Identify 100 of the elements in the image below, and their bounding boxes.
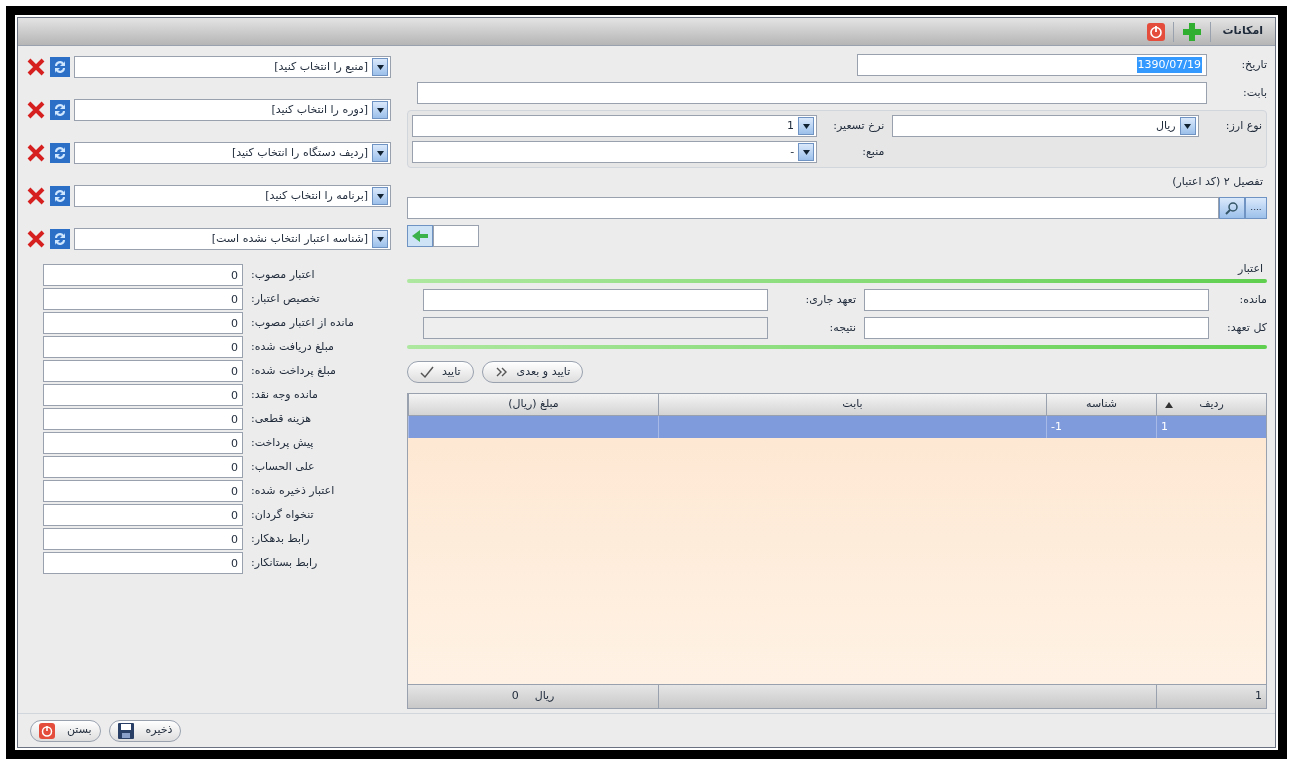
field-label: مانده از اعتبار مصوب: [251, 314, 355, 331]
column-header[interactable]: شناسه [1046, 394, 1156, 415]
table-cell[interactable] [658, 416, 1046, 438]
caret-icon [376, 150, 384, 156]
section-title: اعتبار [1236, 260, 1264, 277]
input-field[interactable] [417, 82, 1207, 104]
caret-icon [802, 149, 810, 155]
field-label: مبلغ دریافت شده: [251, 338, 335, 355]
close-icon[interactable] [26, 100, 46, 120]
field-label: تفصیل ۲ (کد اعتبار) [1171, 174, 1264, 190]
combo-box[interactable]: [منبع را انتخاب کنید] [74, 56, 391, 78]
refresh-icon[interactable] [50, 100, 70, 120]
input-field[interactable]: 0 [43, 504, 243, 526]
field-label: هزینه قطعی: [251, 410, 313, 427]
input-field[interactable] [864, 317, 1209, 339]
input-field[interactable]: 0 [43, 480, 243, 502]
close-icon[interactable] [26, 229, 46, 249]
arrow-left-icon [411, 228, 429, 243]
search-button[interactable] [1219, 196, 1245, 219]
action-button[interactable]: تایید و بعدی [481, 361, 584, 383]
field-label: اعتبار مصوب: [251, 266, 316, 283]
combo-box[interactable]: - [412, 141, 818, 163]
search-icon [1225, 200, 1239, 215]
selected-text: 1390/07/19 [1136, 56, 1202, 74]
input-field[interactable]: 0 [43, 456, 243, 478]
power-icon [39, 722, 55, 739]
column-header[interactable]: ردیف [1156, 394, 1266, 415]
input-field[interactable] [407, 196, 1219, 219]
plus-icon[interactable] [1181, 21, 1202, 42]
next-icon [494, 365, 509, 379]
field-label: نوع ارز: [1224, 117, 1262, 134]
combo-box[interactable]: [برنامه را انتخاب کنید] [74, 185, 391, 207]
field-label: رابط بستانکار: [251, 554, 319, 571]
input-field[interactable]: 0 [43, 288, 243, 310]
footer-cell: 1 [1156, 685, 1266, 708]
floppy-icon [117, 722, 134, 739]
caret-icon [376, 107, 384, 113]
input-field[interactable]: 0 [43, 384, 243, 406]
combo-box[interactable]: ریال [892, 115, 1199, 137]
field-label: تاریخ: [1240, 56, 1267, 73]
close-icon[interactable] [26, 143, 46, 163]
refresh-icon[interactable] [50, 229, 70, 249]
input-field[interactable] [864, 289, 1209, 311]
combo-box[interactable]: [دوره را انتخاب کنید] [74, 99, 391, 121]
arrow-button[interactable] [407, 224, 433, 247]
caret-icon [376, 64, 384, 70]
field-label: پیش پرداخت: [251, 434, 315, 451]
dropdown-button[interactable] [372, 230, 388, 248]
field-label: مبلغ پرداخت شده: [251, 362, 337, 379]
dropdown-button[interactable] [372, 58, 388, 76]
input-field[interactable] [423, 289, 768, 311]
dropdown-button[interactable] [798, 117, 815, 135]
combo-box[interactable]: [شناسه اعتبار انتخاب نشده است] [74, 228, 391, 250]
input-field[interactable]: 0 [43, 528, 243, 550]
column-header[interactable]: مبلغ (ریال) [408, 394, 658, 415]
currency-label: ریال [534, 688, 555, 705]
field-label: علی الحساب: [251, 458, 316, 475]
field-label: اعتبار ذخیره شده: [251, 482, 336, 499]
dropdown-button[interactable] [1179, 117, 1196, 135]
input-field[interactable]: 0 [43, 264, 243, 286]
input-field[interactable]: 0 [43, 336, 243, 358]
power-icon[interactable] [1146, 22, 1165, 41]
sort-icon [1165, 401, 1173, 408]
input-field[interactable]: 0 [43, 408, 243, 430]
input-field[interactable]: 0 [43, 552, 243, 574]
input-field[interactable]: 0 [43, 360, 243, 382]
caret-icon [1184, 123, 1192, 129]
caret-icon [376, 236, 384, 242]
combo-box[interactable]: 1 [412, 115, 818, 137]
field-label: مانده: [1238, 291, 1267, 308]
refresh-icon[interactable] [50, 57, 70, 77]
close-icon[interactable] [26, 186, 46, 206]
field-label: نرخ تسعیر: [832, 117, 885, 134]
input-field[interactable]: 0 [43, 432, 243, 454]
field-label: بابت: [1242, 84, 1267, 101]
field-label: نتیجه: [828, 319, 856, 336]
field-label: تعهد جاری: [804, 291, 856, 308]
refresh-icon[interactable] [50, 186, 70, 206]
field-label: مانده وجه نقد: [251, 386, 319, 403]
footer-total: 0 [511, 688, 519, 705]
dropdown-button[interactable] [372, 101, 388, 119]
field-label: رابط بدهکار: [251, 530, 311, 547]
dropdown-button[interactable] [372, 187, 388, 205]
close-icon[interactable] [26, 57, 46, 77]
field-label: منبع: [861, 143, 885, 160]
dropdown-button[interactable] [798, 143, 815, 161]
table-cell[interactable] [408, 416, 658, 438]
action-button[interactable]: تایید [407, 361, 474, 383]
column-header[interactable]: بابت [658, 394, 1046, 415]
input-field[interactable] [433, 224, 479, 247]
combo-box[interactable]: [ردیف دستگاه را انتخاب کنید] [74, 142, 391, 164]
checkmark-icon [420, 365, 434, 379]
action-button[interactable]: بستن [30, 719, 101, 742]
dropdown-button[interactable] [372, 144, 388, 162]
field-label: تنخواه گردان: [251, 506, 315, 523]
input-field[interactable]: 0 [43, 312, 243, 334]
field-label: کل تعهد: [1226, 319, 1267, 336]
more-button[interactable]: .... [1245, 196, 1267, 219]
action-button[interactable]: ذخیره [108, 719, 182, 742]
refresh-icon[interactable] [50, 143, 70, 163]
